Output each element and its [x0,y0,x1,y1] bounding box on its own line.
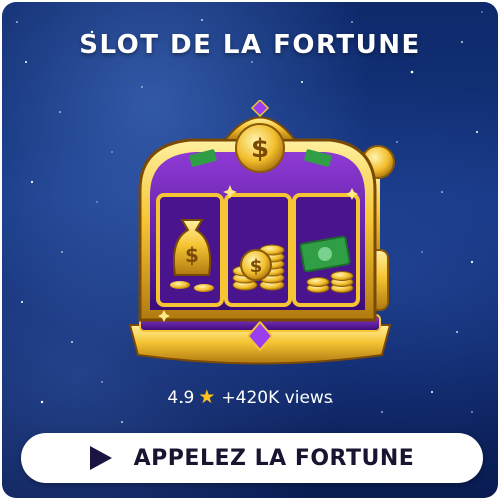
game-card[interactable]: SLOT DE LA FORTUNE $ $ $ 4.9 ★ +420K vie… [2,2,498,498]
svg-text:$: $ [250,256,263,277]
views-count: +420K views [221,388,333,408]
play-now-label: APPELEZ LA FORTUNE [133,445,415,471]
star-icon: ★ [198,386,216,408]
slot-machine-icon: $ $ $ [128,100,395,365]
play-icon [89,446,112,470]
play-now-button[interactable]: APPELEZ LA FORTUNE [21,433,483,483]
svg-text:$: $ [185,243,199,267]
game-title: SLOT DE LA FORTUNE [79,30,421,60]
game-stats: 4.9 ★ +420K views [2,386,498,408]
svg-text:$: $ [251,134,269,164]
rating-value: 4.9 [167,388,195,408]
